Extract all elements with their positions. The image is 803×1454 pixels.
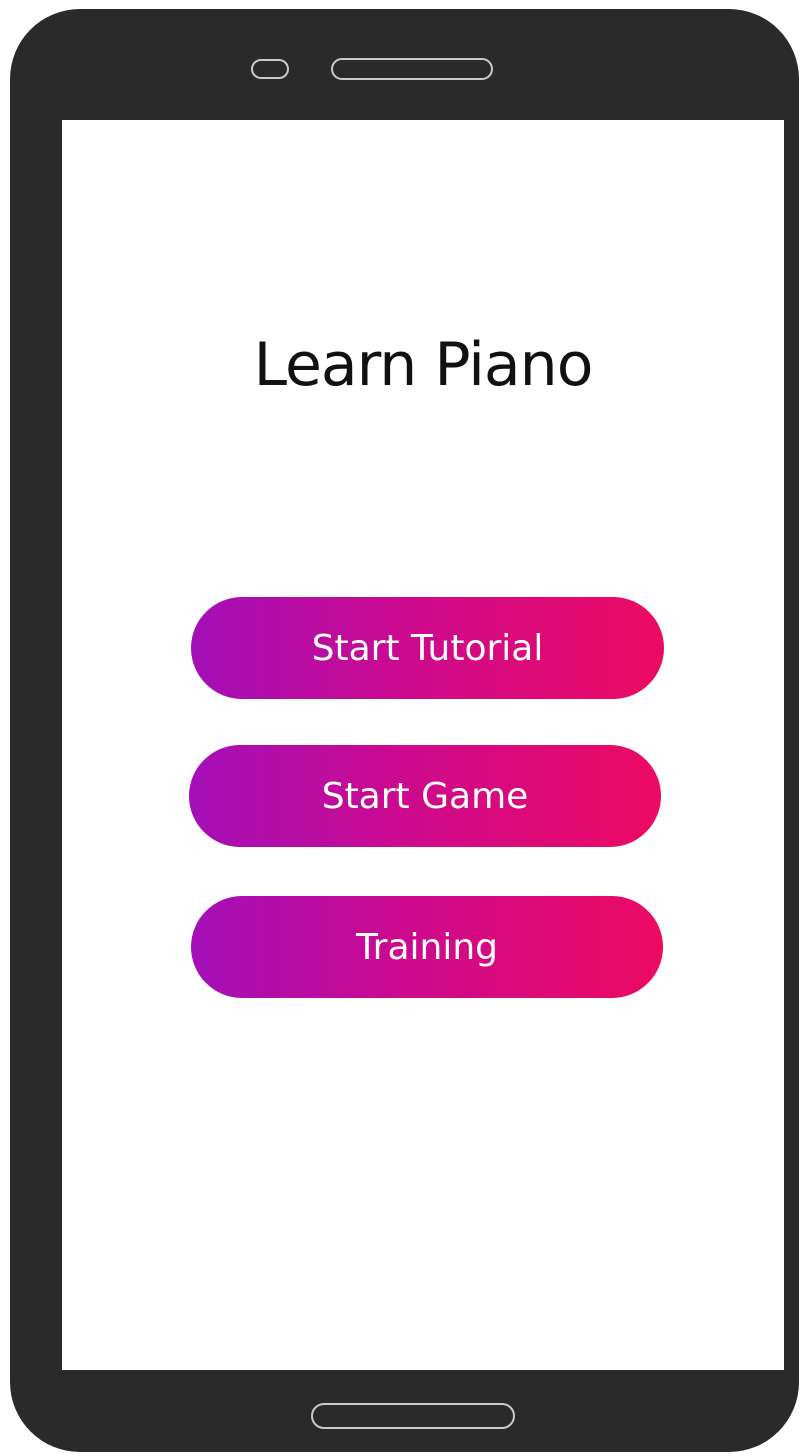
start-game-button[interactable]: Start Game xyxy=(189,745,661,847)
start-tutorial-button[interactable]: Start Tutorial xyxy=(191,597,664,699)
earpiece-speaker xyxy=(331,58,493,80)
front-camera xyxy=(251,59,289,79)
training-button[interactable]: Training xyxy=(191,896,663,998)
home-button[interactable] xyxy=(311,1403,515,1429)
phone-frame: Learn Piano Start Tutorial Start Game Tr… xyxy=(10,9,799,1452)
app-screen: Learn Piano Start Tutorial Start Game Tr… xyxy=(62,120,784,1370)
page-title: Learn Piano xyxy=(253,330,594,400)
